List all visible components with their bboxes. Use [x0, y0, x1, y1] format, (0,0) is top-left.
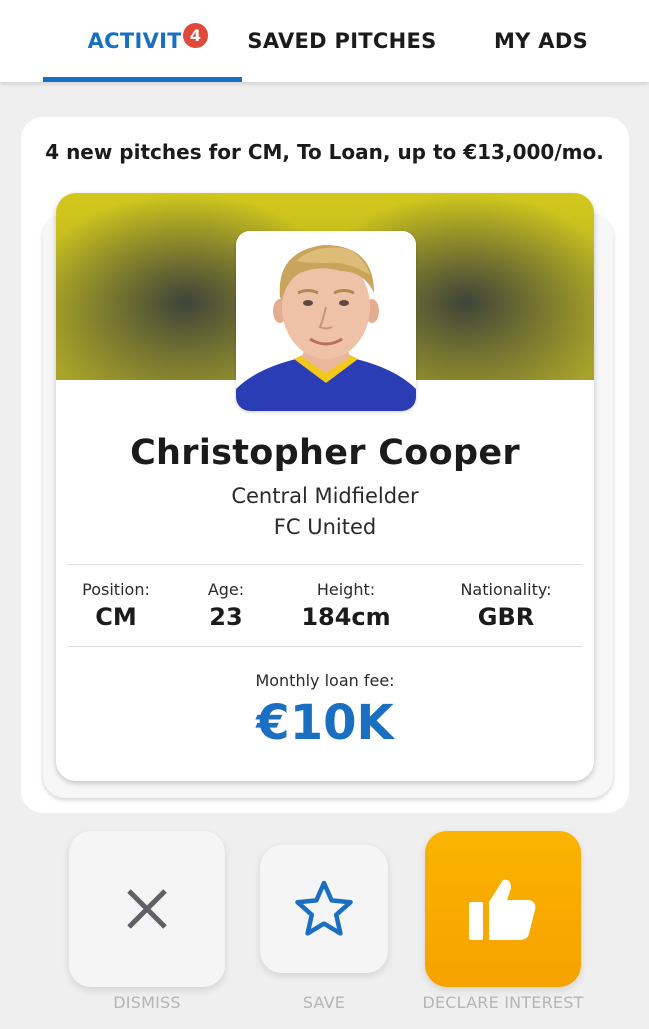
player-card[interactable]: Christopher Cooper Central Midfielder FC…: [56, 193, 594, 781]
stat-label: Position:: [82, 580, 150, 599]
player-club: FC United: [273, 515, 377, 539]
loan-fee-value: €10K: [256, 695, 394, 751]
save-label: SAVE: [302, 993, 346, 1012]
stat-value: 23: [209, 603, 243, 631]
stat-age: Age: 23: [186, 580, 266, 631]
player-photo: [236, 231, 416, 411]
stat-value: 184cm: [301, 603, 391, 631]
stat-label: Height:: [316, 580, 376, 599]
stat-label: Age:: [207, 580, 245, 599]
thumbs-up-icon: [469, 879, 536, 940]
loan-fee-label: Monthly loan fee:: [255, 671, 395, 690]
stat-nationality: Nationality: GBR: [446, 580, 566, 631]
stat-position: Position: CM: [68, 580, 164, 631]
declare-interest-button[interactable]: [425, 831, 581, 987]
tab-my-ads[interactable]: MY ADS: [470, 0, 612, 82]
declare-interest-label: DECLARE INTEREST: [422, 993, 584, 1012]
player-name: Christopher Cooper: [130, 433, 520, 473]
dismiss-button[interactable]: [69, 831, 225, 987]
stat-label: Nationality:: [460, 580, 552, 599]
tab-activity[interactable]: ACTIVITY: [43, 0, 242, 82]
save-button[interactable]: [260, 845, 388, 973]
active-tab-indicator: [43, 77, 242, 82]
tab-saved-pitches[interactable]: SAVED PITCHES: [242, 0, 442, 82]
stat-height: Height: 184cm: [286, 580, 406, 631]
activity-badge: 4: [181, 21, 210, 50]
close-icon: [127, 889, 167, 929]
star-icon: [295, 880, 353, 936]
tab-bar: ACTIVITY 4 SAVED PITCHES MY ADS: [0, 0, 649, 82]
stat-value: GBR: [477, 603, 535, 631]
stat-value: CM: [95, 603, 137, 631]
divider-top: [68, 564, 582, 565]
dismiss-label: DISMISS: [113, 993, 181, 1012]
player-portrait-icon: [236, 231, 416, 411]
player-role: Central Midfielder: [231, 484, 419, 508]
pitches-summary: 4 new pitches for CM, To Loan, up to €13…: [45, 140, 604, 164]
divider-bottom: [68, 646, 582, 647]
